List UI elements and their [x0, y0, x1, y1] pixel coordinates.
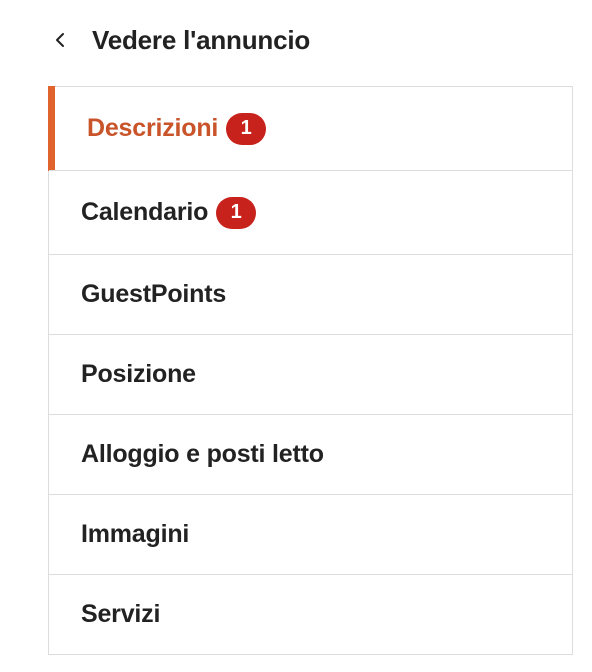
chevron-left-icon: [52, 32, 68, 48]
menu-item-label: Servizi: [81, 600, 161, 628]
menu-item-descrizioni[interactable]: Descrizioni 1: [48, 86, 572, 171]
notification-badge: 1: [216, 196, 257, 229]
menu-item-label: Alloggio e posti letto: [81, 440, 324, 468]
menu-item-calendario[interactable]: Calendario 1: [49, 170, 572, 254]
menu-item-alloggio[interactable]: Alloggio e posti letto: [49, 414, 572, 494]
back-link-label: Vedere l'annuncio: [92, 24, 311, 55]
notification-badge: 1: [226, 112, 267, 145]
menu-item-servizi[interactable]: Servizi: [49, 574, 572, 654]
listing-menu: Descrizioni 1 Calendario 1 GuestPoints P…: [48, 86, 573, 655]
menu-item-posizione[interactable]: Posizione: [49, 334, 572, 414]
menu-item-guestpoints[interactable]: GuestPoints: [49, 254, 572, 334]
menu-item-label: Posizione: [81, 360, 196, 388]
menu-item-label: Calendario: [81, 198, 209, 226]
menu-item-label: Immagini: [81, 520, 190, 548]
menu-item-label: Descrizioni: [87, 114, 219, 142]
menu-item-label: GuestPoints: [81, 280, 227, 308]
menu-item-immagini[interactable]: Immagini: [49, 494, 572, 574]
back-link[interactable]: Vedere l'annuncio: [52, 20, 310, 60]
